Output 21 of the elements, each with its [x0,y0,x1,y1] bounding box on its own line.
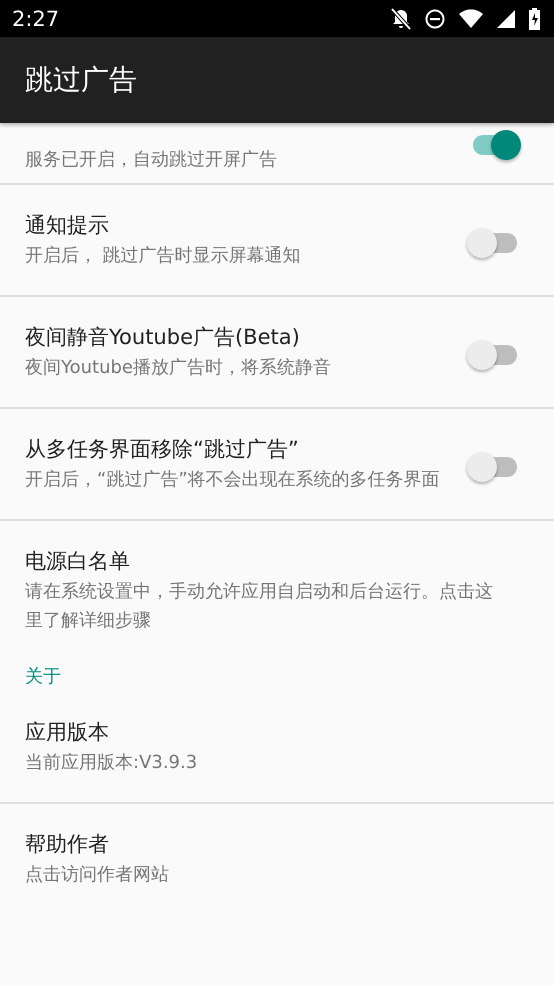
category-header: 关于 [24,665,62,689]
item-title: 应用版本 [25,719,110,746]
item-summary: 点击访问作者网站 [25,863,170,887]
item-summary: 开启后，“跳过广告”将不会出现在系统的多任务界面 [25,468,441,492]
item-summary: 夜间Youtube播放广告时，将系统静音 [25,356,332,380]
item-title: 电源白名单 [25,548,131,575]
battery-charging-icon [529,8,540,30]
item-summary: 请在系统设置中，手动允许应用自启动和后台运行。点击这里了解详细步骤 [25,580,494,633]
bell-off-icon [391,8,411,30]
item-title: 从多任务界面移除“跳过广告” [25,436,300,463]
wifi-icon [459,8,483,28]
item-title: 通知提示 [25,212,110,239]
item-title: 夜间静音Youtube广告(Beta) [25,324,301,351]
do-not-disturb-icon [425,8,445,28]
app-title: 跳过广告 [25,62,137,98]
signal-icon [497,10,515,28]
item-summary: 服务已开启，自动跳过开屏广告 [25,148,278,172]
status-time: 2:27 [12,6,60,30]
item-summary: 开启后， 跳过广告时显示屏幕通知 [25,244,302,268]
item-title: 帮助作者 [25,831,110,858]
item-summary: 当前应用版本:V3.9.3 [25,751,198,775]
